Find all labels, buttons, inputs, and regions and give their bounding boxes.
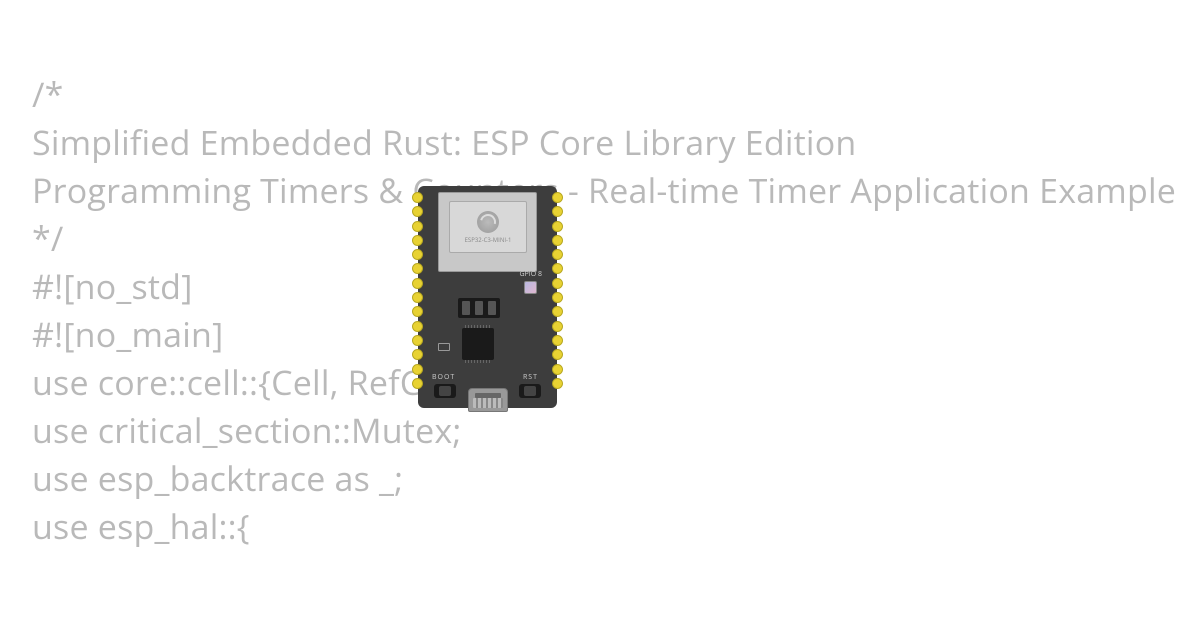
gpio8-label: GPIO 8 [519, 270, 542, 279]
code-line: /* [32, 70, 1176, 118]
code-line: use esp_hal::{ [32, 502, 1176, 550]
module-name-label: ESP32-C3-MINI-1 [465, 236, 512, 244]
switch-nub-icon [488, 301, 496, 315]
switch-nub-icon [462, 301, 470, 315]
pin-column-right [552, 192, 563, 389]
rst-button[interactable] [519, 384, 541, 398]
esp32-board[interactable]: ESP32-C3-MINI-1 GPIO 8 BOOT RST [410, 178, 565, 416]
code-line: use core::cell::{Cell, RefCell}; [32, 358, 1176, 406]
pin-icon[interactable] [412, 221, 423, 232]
pin-icon[interactable] [552, 249, 563, 260]
pin-icon[interactable] [412, 235, 423, 246]
pin-icon[interactable] [552, 335, 563, 346]
pin-icon[interactable] [552, 292, 563, 303]
pin-icon[interactable] [412, 192, 423, 203]
boot-button[interactable] [434, 384, 456, 398]
pin-icon[interactable] [412, 306, 423, 317]
battery-icon [438, 343, 450, 351]
code-line: */ [32, 214, 1176, 262]
mcu-chip-icon [462, 328, 494, 360]
pin-icon[interactable] [412, 249, 423, 260]
pin-icon[interactable] [412, 378, 423, 389]
code-line: use esp_backtrace as _; [32, 454, 1176, 502]
pin-icon[interactable] [412, 321, 423, 332]
pin-icon[interactable] [552, 321, 563, 332]
code-background: /* Simplified Embedded Rust: ESP Core Li… [32, 70, 1176, 550]
espressif-logo-icon [477, 211, 499, 233]
pin-icon[interactable] [552, 364, 563, 375]
pin-icon[interactable] [552, 306, 563, 317]
pin-icon[interactable] [552, 378, 563, 389]
usb-port-icon [468, 388, 508, 412]
pin-icon[interactable] [552, 349, 563, 360]
pin-icon[interactable] [552, 206, 563, 217]
rst-button-label: RST [523, 373, 538, 382]
pin-icon[interactable] [552, 263, 563, 274]
pin-icon[interactable] [412, 292, 423, 303]
boot-button-label: BOOT [432, 373, 455, 382]
pin-icon[interactable] [412, 364, 423, 375]
code-line: Simplified Embedded Rust: ESP Core Libra… [32, 118, 1176, 166]
pin-icon[interactable] [412, 263, 423, 274]
code-line: use critical_section::Mutex; [32, 406, 1176, 454]
pin-icon[interactable] [412, 278, 423, 289]
pin-icon[interactable] [552, 278, 563, 289]
pin-column-left [412, 192, 423, 389]
pin-icon[interactable] [552, 192, 563, 203]
rgb-led-icon [524, 281, 537, 294]
switch-nub-icon [475, 301, 483, 315]
pin-icon[interactable] [412, 335, 423, 346]
pin-icon[interactable] [412, 349, 423, 360]
pin-icon[interactable] [552, 221, 563, 232]
module-shield: ESP32-C3-MINI-1 [449, 201, 527, 253]
pin-icon[interactable] [412, 206, 423, 217]
dip-switch[interactable] [458, 298, 500, 318]
code-line: #![no_main] [32, 310, 1176, 358]
code-line: Programming Timers & Counters - Real-tim… [32, 166, 1176, 214]
pin-icon[interactable] [552, 235, 563, 246]
esp-module: ESP32-C3-MINI-1 [438, 192, 537, 272]
code-line: #![no_std] [32, 262, 1176, 310]
